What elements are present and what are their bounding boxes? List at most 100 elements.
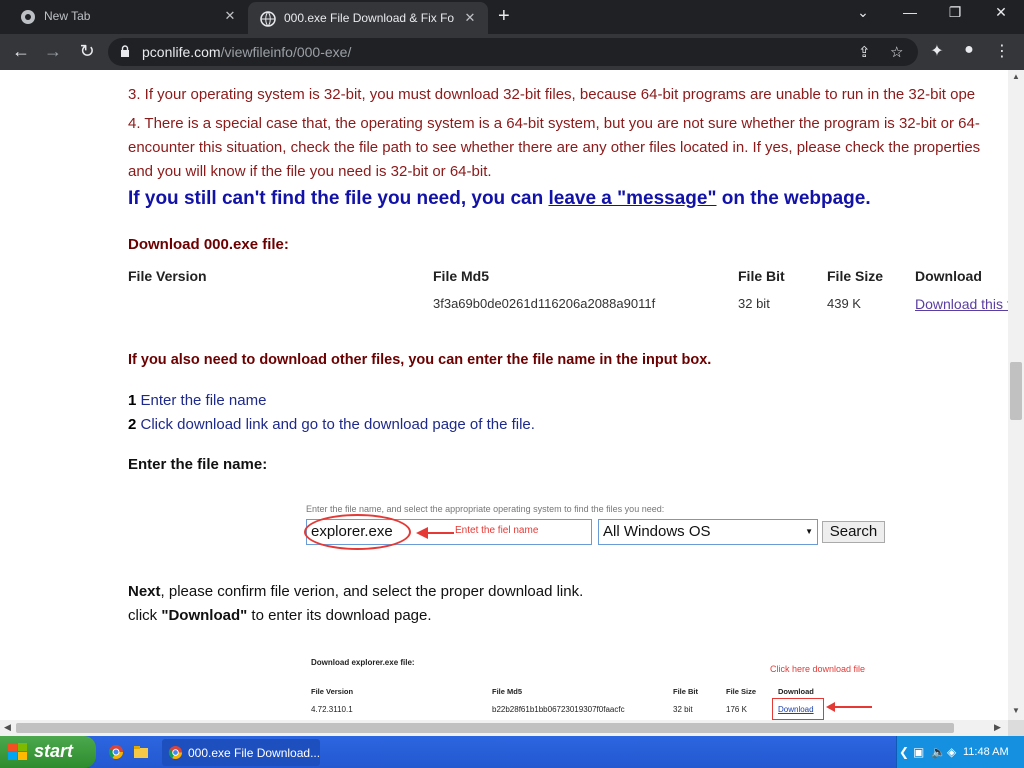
item-4-text-line3: and you will know if the file you need i…: [128, 163, 492, 180]
demo2-col-download: Download: [778, 687, 814, 696]
volume-icon[interactable]: 🔈: [931, 745, 946, 759]
arrow-line: [418, 532, 454, 534]
demo2-col-version: File Version: [311, 687, 354, 696]
tab-title: 000.exe File Download & Fix For: [284, 11, 454, 25]
enter-file-name-label: Enter the file name:: [128, 456, 268, 473]
horizontal-scrollbar[interactable]: ◀ ▶: [0, 720, 1008, 736]
start-button[interactable]: start: [0, 736, 96, 768]
demo2-col-md5: File Md5: [492, 687, 523, 696]
col-file-md5: File Md5: [433, 268, 490, 284]
search-demo-image: Enter the file name, and select the appr…: [300, 500, 900, 582]
close-window-button[interactable]: ✕: [991, 4, 1011, 21]
demo2-cell-md5: b22b28f61b1bb06723019307f0faacfc: [492, 705, 625, 714]
chrome-quicklaunch-icon[interactable]: [108, 744, 124, 760]
item-4-text-line2: encounter this situation, check the file…: [128, 139, 981, 156]
browser-toolbar: ← → ↻ pconlife.com/viewfileinfo/000-exe/…: [0, 34, 1024, 70]
message-heading: If you still can't find the file you nee…: [128, 188, 871, 210]
download-heading: Download 000.exe file:: [128, 236, 289, 253]
scroll-up-icon[interactable]: ▲: [1012, 72, 1020, 81]
url-path: /viewfileinfo/000-exe/: [220, 44, 352, 60]
click-text: click "Download" to enter its download p…: [128, 607, 432, 624]
download-link[interactable]: Download this f: [915, 296, 1008, 312]
profile-icon[interactable]: ●: [959, 41, 979, 59]
step-2-number: 2: [128, 416, 137, 433]
arrow-line: [830, 706, 872, 708]
next-bold: Next: [128, 583, 161, 600]
system-tray: ❮ ▣ 🔈 ◈ 11:48 AM: [896, 736, 1024, 768]
step-1: 1 Enter the file name: [128, 392, 266, 409]
folder-quicklaunch-icon[interactable]: [133, 744, 149, 760]
menu-icon[interactable]: ⋮: [992, 41, 1012, 61]
close-tab-icon[interactable]: ✕: [222, 8, 238, 24]
item-4-text-line1: 4. There is a special case that, the ope…: [128, 115, 980, 132]
col-file-size: File Size: [827, 268, 884, 284]
demo-note: Entet the fiel name: [455, 525, 539, 536]
chrome-icon: [21, 10, 35, 24]
extensions-icon[interactable]: ✦: [927, 41, 947, 61]
click-post: to enter its download page.: [247, 607, 432, 624]
demo-os-select-value: All Windows OS: [603, 523, 711, 540]
click-bold: "Download": [161, 607, 248, 624]
col-file-bit: File Bit: [738, 268, 785, 284]
demo2-cell-bit: 32 bit: [673, 705, 693, 714]
reload-button[interactable]: ↻: [76, 41, 98, 62]
demo-caption: Enter the file name, and select the appr…: [306, 504, 665, 514]
minimize-button[interactable]: —: [900, 4, 920, 20]
vertical-scrollbar[interactable]: ▲ ▼: [1008, 70, 1024, 720]
vertical-scroll-thumb[interactable]: [1010, 362, 1022, 420]
restore-button[interactable]: ❐: [945, 4, 965, 21]
scroll-right-icon[interactable]: ▶: [994, 722, 1001, 733]
close-tab-icon[interactable]: ✕: [462, 10, 478, 26]
taskbar-item-browser[interactable]: 000.exe File Download...: [162, 739, 320, 766]
click-pre: click: [128, 607, 162, 624]
tab-title: New Tab: [44, 9, 91, 23]
download-demo-image: Download explorer.exe file: Click here d…: [300, 650, 900, 720]
leave-message-link[interactable]: leave a "message": [548, 188, 716, 209]
chrome-icon: [168, 745, 183, 760]
cell-bit: 32 bit: [738, 296, 770, 311]
tab-active[interactable]: 000.exe File Download & Fix For ✕: [248, 2, 488, 34]
demo2-col-bit: File Bit: [673, 687, 699, 696]
chevron-down-icon: ▼: [805, 527, 813, 536]
taskbar-item-label: 000.exe File Download...: [188, 746, 321, 760]
demo2-heading: Download explorer.exe file:: [311, 658, 415, 667]
col-file-version: File Version: [128, 268, 207, 284]
demo2-cell-size: 176 K: [726, 705, 747, 714]
horizontal-scroll-thumb[interactable]: [16, 723, 954, 733]
taskbar: start 000.exe File Download... ❮ ▣ 🔈 ◈ 1…: [0, 736, 1024, 768]
start-label: start: [34, 741, 74, 761]
url-text: pconlife.com/viewfileinfo/000-exe/: [142, 44, 351, 60]
tab-new-tab[interactable]: New Tab ✕: [8, 0, 248, 34]
scrollbar-corner: [1008, 720, 1024, 736]
back-button[interactable]: ←: [10, 41, 32, 62]
step-2-text: Click download link and go to the downlo…: [140, 416, 535, 433]
browser-tab-strip: New Tab ✕ 000.exe File Download & Fix Fo…: [0, 0, 1024, 34]
message-post: on the webpage.: [716, 188, 871, 209]
col-download: Download: [915, 268, 982, 284]
bookmark-star-icon[interactable]: ☆: [890, 43, 903, 61]
forward-button[interactable]: →: [42, 41, 64, 62]
windows-flag-icon: [8, 743, 27, 760]
scroll-left-icon[interactable]: ◀: [4, 722, 11, 733]
network-icon[interactable]: ▣: [913, 745, 924, 759]
demo-search-button: Search: [822, 521, 885, 543]
highlight-box: [772, 698, 824, 720]
other-files-text: If you also need to download other files…: [128, 352, 712, 368]
safely-remove-icon[interactable]: ◈: [947, 745, 956, 759]
demo2-note: Click here download file: [770, 664, 866, 674]
clock: 11:48 AM: [963, 746, 1009, 758]
tray-expand-icon[interactable]: ❮: [899, 745, 909, 759]
highlight-ellipse: [304, 514, 411, 550]
message-pre: If you still can't find the file you nee…: [128, 188, 549, 209]
scroll-down-icon[interactable]: ▼: [1012, 706, 1020, 715]
share-icon[interactable]: ⇪: [858, 43, 871, 61]
address-bar[interactable]: pconlife.com/viewfileinfo/000-exe/ ⇪ ☆: [108, 38, 918, 66]
lock-icon: [121, 45, 129, 57]
tab-search-icon[interactable]: ⌄: [853, 4, 873, 21]
step-2: 2 Click download link and go to the down…: [128, 416, 535, 433]
new-tab-button[interactable]: +: [498, 5, 510, 28]
item-3-text: 3. If your operating system is 32-bit, y…: [128, 86, 976, 103]
demo2-cell-version: 4.72.3110.1: [311, 705, 353, 714]
cell-size: 439 K: [827, 296, 861, 311]
step-1-number: 1: [128, 392, 137, 409]
